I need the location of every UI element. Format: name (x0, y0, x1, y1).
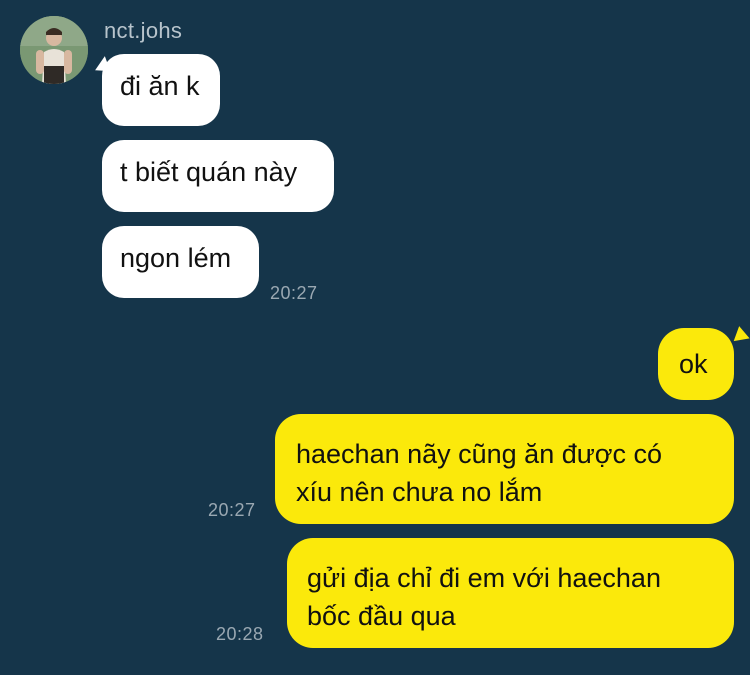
message-text: ngon lém (120, 243, 232, 273)
contact-avatar[interactable] (20, 16, 88, 84)
incoming-message[interactable]: đi ăn k (102, 54, 220, 126)
message-text-line: bốc đầu qua (307, 601, 456, 631)
person-photo-avatar-icon (20, 16, 88, 84)
outgoing-message[interactable]: haechan nãy cũng ăn được có xíu nên chưa… (275, 414, 734, 524)
message-timestamp: 20:27 (208, 500, 256, 520)
message-text: t biết quán này (120, 157, 298, 187)
message-text: đi ăn k (120, 71, 200, 101)
message-text: ok (679, 349, 708, 379)
incoming-message[interactable]: ngon lém (102, 226, 259, 298)
message-timestamp: 20:28 (216, 624, 264, 644)
message-text-line: haechan nãy cũng ăn được có (296, 439, 663, 469)
outgoing-message[interactable]: gửi địa chỉ đi em với haechan bốc đầu qu… (287, 538, 734, 648)
sender-name: nct.johs (104, 18, 183, 43)
incoming-message[interactable]: t biết quán này (102, 140, 334, 212)
outgoing-bubble-tail (733, 326, 750, 346)
outgoing-message[interactable]: ok (658, 328, 734, 400)
chat-screen: { "contact": { "name": "nct.johs", "avat… (0, 0, 750, 675)
message-text-line: gửi địa chỉ đi em với haechan (307, 563, 661, 593)
message-text-line: xíu nên chưa no lắm (296, 477, 543, 507)
message-timestamp: 20:27 (270, 283, 318, 303)
